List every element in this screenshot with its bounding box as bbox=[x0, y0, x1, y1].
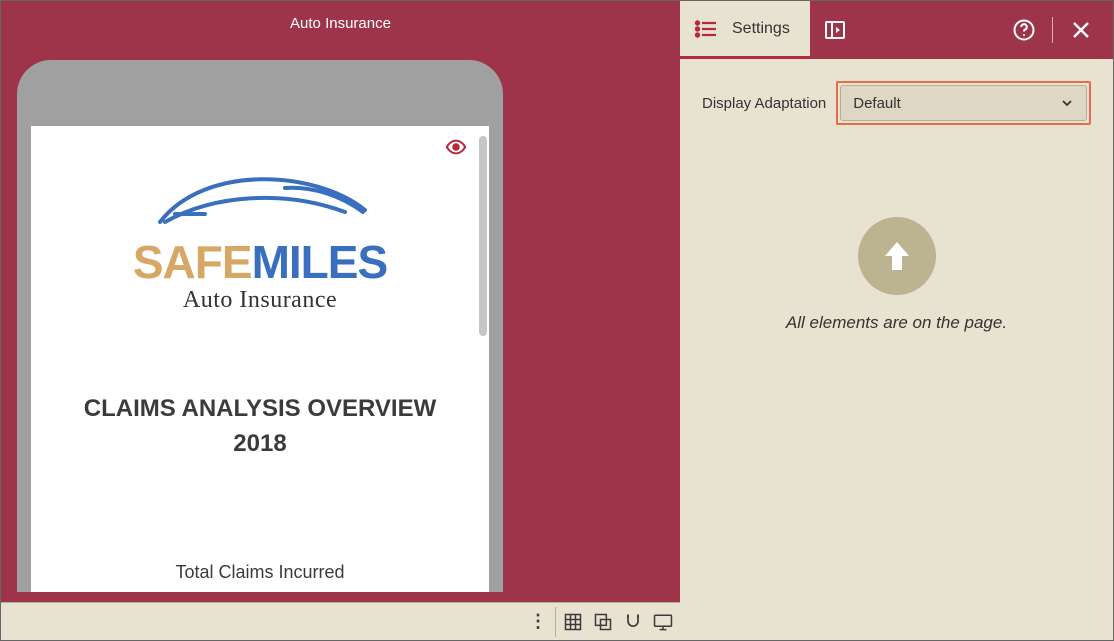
upload-circle bbox=[858, 217, 936, 295]
panel-toggle-button[interactable] bbox=[810, 1, 860, 59]
settings-pane: Settings bbox=[680, 1, 1113, 640]
canvas-toolbar: ⋮ bbox=[1, 602, 680, 640]
logo-text: SAFEMILES bbox=[31, 239, 489, 285]
magnet-icon bbox=[623, 612, 643, 632]
grid-button[interactable] bbox=[558, 605, 588, 639]
overview-line1: CLAIMS ANALYSIS OVERVIEW bbox=[49, 392, 471, 427]
help-icon bbox=[1012, 18, 1036, 42]
overview-line2: 2018 bbox=[49, 427, 471, 462]
display-adaptation-highlight: Default bbox=[836, 81, 1091, 125]
monitor-icon bbox=[652, 612, 674, 632]
visibility-icon[interactable] bbox=[445, 136, 467, 158]
overlap-button[interactable] bbox=[588, 605, 618, 639]
divider bbox=[1052, 17, 1053, 43]
total-claims-label: Total Claims Incurred bbox=[31, 562, 489, 583]
display-adaptation-label: Display Adaptation bbox=[702, 95, 826, 112]
close-icon bbox=[1071, 20, 1091, 40]
more-options-button[interactable]: ⋮ bbox=[523, 605, 553, 639]
vertical-dots-icon: ⋮ bbox=[529, 611, 547, 632]
scrollbar[interactable] bbox=[479, 136, 487, 336]
tab-settings-label: Settings bbox=[732, 20, 790, 38]
overview-title: CLAIMS ANALYSIS OVERVIEW 2018 bbox=[31, 392, 489, 462]
settings-header: Settings bbox=[680, 1, 1113, 59]
help-button[interactable] bbox=[1006, 12, 1042, 48]
close-button[interactable] bbox=[1063, 12, 1099, 48]
empty-state: All elements are on the page. bbox=[702, 217, 1091, 333]
grid-icon bbox=[563, 612, 583, 632]
divider bbox=[555, 607, 556, 637]
logo-block: SAFEMILES Auto Insurance bbox=[31, 172, 489, 314]
logo-word-miles: MILES bbox=[252, 236, 388, 288]
logo-word-safe: SAFE bbox=[133, 236, 252, 288]
app-root: Auto Insurance bbox=[0, 0, 1114, 641]
preview-button[interactable] bbox=[648, 605, 678, 639]
list-icon bbox=[694, 18, 718, 40]
snap-button[interactable] bbox=[618, 605, 648, 639]
page-title: Auto Insurance bbox=[1, 1, 680, 42]
header-actions bbox=[1006, 1, 1113, 59]
logo-subtitle: Auto Insurance bbox=[31, 287, 489, 314]
chevron-down-icon bbox=[1060, 96, 1074, 110]
canvas-pane: Auto Insurance bbox=[1, 1, 680, 640]
tab-settings[interactable]: Settings bbox=[680, 1, 810, 59]
upload-arrow-icon bbox=[877, 236, 917, 276]
settings-body: Display Adaptation Default All bbox=[680, 59, 1113, 333]
display-adaptation-row: Display Adaptation Default bbox=[702, 81, 1091, 125]
display-adaptation-select[interactable]: Default bbox=[840, 85, 1087, 121]
car-icon bbox=[145, 172, 375, 239]
device-screen[interactable]: SAFEMILES Auto Insurance CLAIMS ANALYSIS… bbox=[31, 126, 489, 592]
panel-collapse-icon bbox=[823, 18, 847, 42]
device-frame: SAFEMILES Auto Insurance CLAIMS ANALYSIS… bbox=[17, 60, 503, 592]
display-adaptation-value: Default bbox=[853, 95, 901, 112]
empty-state-text: All elements are on the page. bbox=[702, 313, 1091, 333]
overlap-icon bbox=[593, 612, 613, 632]
